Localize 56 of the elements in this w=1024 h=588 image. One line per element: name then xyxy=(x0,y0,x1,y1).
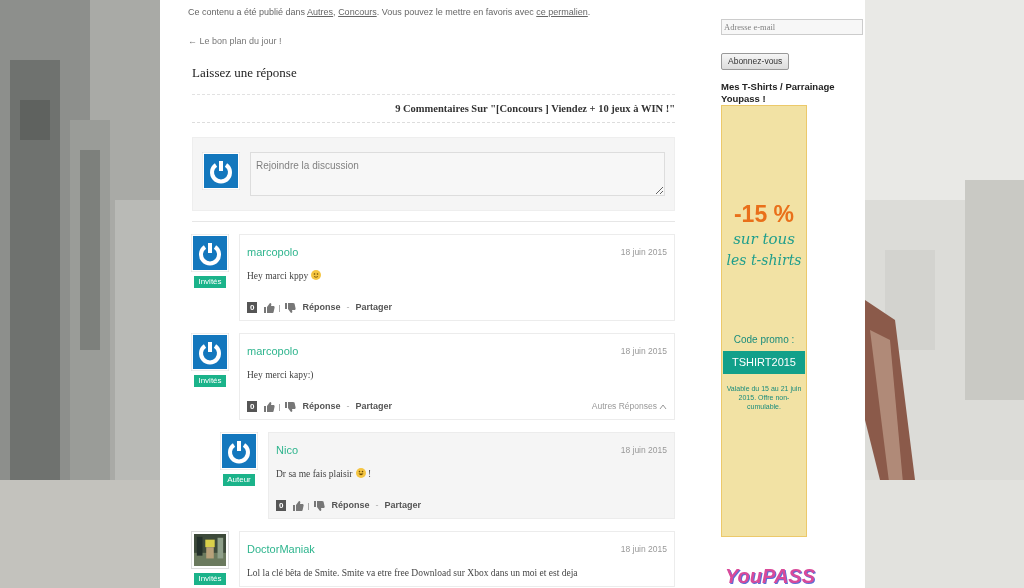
vote-divider xyxy=(279,401,281,412)
comment-text: Lol la clé bêta de Smite. Smite va etre free Download sur Xbox dans un moi et est deja xyxy=(247,566,579,580)
reply-title: Laissez une réponse xyxy=(192,64,298,82)
separator-dash: - xyxy=(346,300,350,314)
vote-divider xyxy=(308,500,310,511)
subscribe-button[interactable]: Abonnez-vous xyxy=(721,53,790,70)
vote-divider xyxy=(279,302,281,313)
vote-count: 0 xyxy=(247,401,258,412)
author-badge: Invités xyxy=(194,573,226,586)
share-link[interactable]: Partager xyxy=(355,300,392,315)
reply-link[interactable]: Réponse xyxy=(302,399,341,414)
comment-date: 18 juin 2015 xyxy=(620,543,667,556)
promo-code: TSHIRT2015 xyxy=(723,351,805,374)
share-link[interactable]: Partager xyxy=(384,498,421,513)
youpass-logo[interactable]: YouPASS xyxy=(725,565,865,587)
thumbs-up-icon[interactable] xyxy=(292,499,305,512)
thumbs-down-icon[interactable] xyxy=(284,301,297,314)
author-badge: Invités xyxy=(194,375,226,388)
category-link[interactable]: Concours xyxy=(338,7,377,17)
separator-dash: - xyxy=(375,498,379,512)
comment-date: 18 juin 2015 xyxy=(620,444,667,457)
widget-title: Mes T-Shirts / Parrainage Youpass ! xyxy=(721,81,836,105)
post-meta-text: Ce contenu a été publié dans Autres, Concours. Vous pouvez le mettre en favoris avec ce permalien. xyxy=(188,6,592,18)
thumbs-down-icon[interactable] xyxy=(284,400,297,413)
grin-icon xyxy=(355,467,366,478)
smiley-icon xyxy=(311,269,322,280)
thumbs-down-icon[interactable] xyxy=(313,499,326,512)
avatar-icon xyxy=(191,333,229,372)
share-link[interactable]: Partager xyxy=(355,399,392,414)
comment-date: 18 juin 2015 xyxy=(620,345,667,358)
discount-text: -15 % xyxy=(733,202,795,226)
permalink-link[interactable]: ce permalien xyxy=(536,7,588,17)
code-label: Code promo : xyxy=(733,333,795,347)
avatar-icon xyxy=(220,432,258,471)
previous-post-link[interactable]: ← Le bon plan du jour ! xyxy=(188,36,282,46)
reply-link[interactable]: Réponse xyxy=(302,300,341,315)
caret-icon xyxy=(659,402,667,411)
comment-text: Hey merci kapy:) xyxy=(247,368,315,382)
avatar-icon xyxy=(202,152,240,191)
email-input-field[interactable]: Adresse e-mail xyxy=(721,19,863,35)
comment-input-field[interactable]: Rejoindre la discussion xyxy=(250,152,665,197)
author-badge: Invités xyxy=(194,276,226,289)
comment-date: 18 juin 2015 xyxy=(620,246,667,259)
thumbs-up-icon[interactable] xyxy=(263,301,276,314)
thumbs-up-icon[interactable] xyxy=(263,400,276,413)
comment-text: Dr sa me fais plaisir ! xyxy=(276,466,373,481)
promo-line-text: les t-shirts xyxy=(726,251,802,270)
separator-dash: - xyxy=(346,399,350,413)
comment-text: Hey marci kppy xyxy=(247,268,667,283)
avatar-icon xyxy=(191,234,229,273)
comments-count-heading: 9 Commentaires Sur "[Concours ] Viendez + 10 jeux à WIN !" xyxy=(395,101,675,116)
author-badge: Auteur xyxy=(223,474,255,487)
vote-count: 0 xyxy=(247,302,258,313)
reply-link[interactable]: Réponse xyxy=(331,498,370,513)
promo-line-text: sur tous xyxy=(733,229,795,250)
vote-count: 0 xyxy=(276,500,287,511)
